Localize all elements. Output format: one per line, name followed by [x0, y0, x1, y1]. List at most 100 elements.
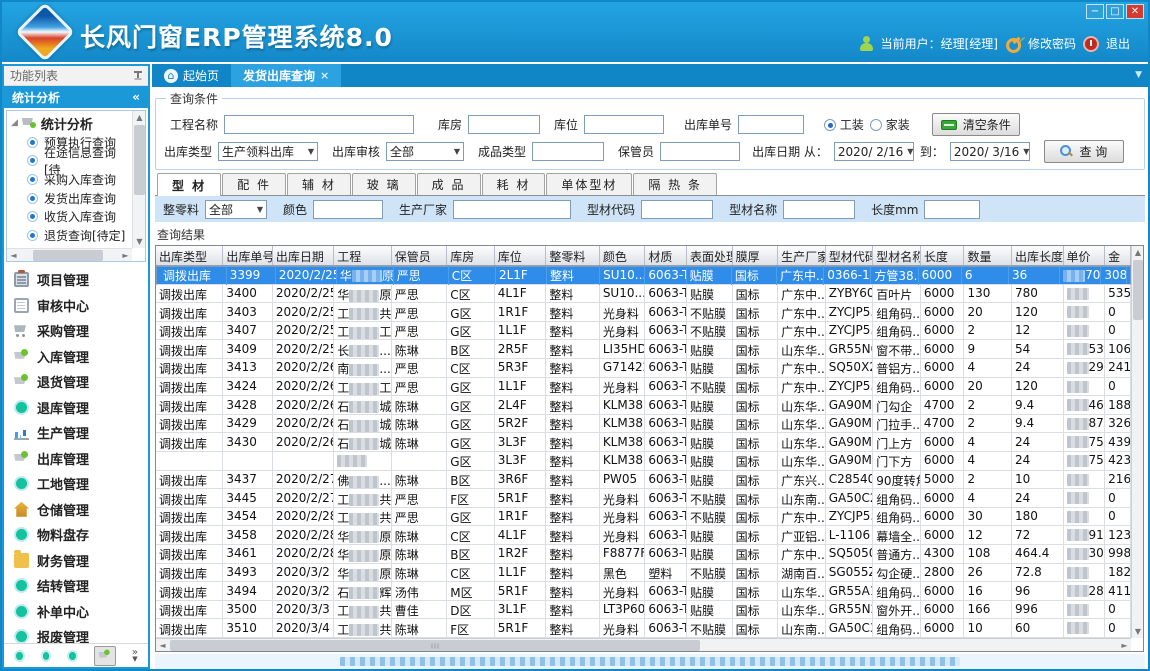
tab-list-dropdown-icon[interactable]: ▼ — [1135, 70, 1142, 80]
column-header-保管员[interactable]: 保管员 — [392, 246, 447, 265]
tree-item-退货查询[待定][interactable]: 退货查询[待定] — [11, 226, 131, 245]
column-header-出库长度[interactable]: 出库长度 — [1012, 246, 1064, 265]
filter-input-型材代码[interactable] — [641, 200, 713, 219]
tree-expand-icon[interactable]: ◢ — [11, 118, 18, 128]
sidebar-item-生产管理[interactable]: 生产管理 — [4, 420, 148, 446]
tree-item-收货入库查询[interactable]: 收货入库查询 — [11, 207, 131, 226]
sidebar-item-退库管理[interactable]: 退库管理 — [4, 395, 148, 421]
sidebar-item-结转管理[interactable]: 结转管理 — [4, 573, 148, 599]
sidebar-item-物料盘存[interactable]: 物料盘存 — [4, 522, 148, 548]
sidebar-item-仓储管理[interactable]: 仓储管理 — [4, 497, 148, 523]
tree-item-在途信息查询[待[interactable]: 在途信息查询[待 — [11, 152, 131, 171]
sidebar-item-入库管理[interactable]: 入库管理 — [4, 344, 148, 370]
column-header-单价[interactable]: 单价 — [1064, 246, 1106, 265]
material-tab-配件[interactable]: 配 件 — [222, 173, 286, 195]
scroll-left-icon[interactable]: ◄ — [7, 249, 20, 262]
scroll-up-icon[interactable]: ▲ — [1132, 246, 1144, 259]
date-to-select[interactable]: 2020/ 3/16▼ — [950, 142, 1030, 161]
table-row[interactable]: 调拨出库34282020/2/26石城陈琳G区2L4F整料KLM38176063… — [156, 396, 1131, 415]
search-button[interactable]: 查 询 — [1044, 140, 1124, 163]
date-from-select[interactable]: 2020/ 2/16▼ — [834, 142, 914, 161]
product-type-input[interactable] — [532, 142, 604, 161]
tab-shipment-outbound-query[interactable]: 发货出库查询 × — [231, 64, 341, 87]
sidebar-item-审核中心[interactable]: 审核中心 — [4, 293, 148, 319]
sidebar-item-项目管理[interactable]: 项目管理 — [4, 267, 148, 293]
sidebar-item-退货管理[interactable]: 退货管理 — [4, 369, 148, 395]
table-row[interactable]: 调拨出库33992020/2/25华原...严思C区2L1F整料SU10...6… — [156, 266, 1131, 285]
filter-input-型材名称[interactable] — [783, 200, 855, 219]
gongzhuang-radio[interactable]: 工装 — [824, 116, 864, 133]
column-header-库房[interactable]: 库房 — [447, 246, 495, 265]
material-tab-辅材[interactable]: 辅 材 — [287, 173, 351, 195]
column-header-颜色[interactable]: 颜色 — [600, 246, 646, 265]
column-header-库位[interactable]: 库位 — [495, 246, 547, 265]
table-row[interactable]: 调拨出库34002020/2/25华原...严思C区4L1F整料SU10...6… — [156, 285, 1131, 304]
location-input[interactable] — [584, 115, 664, 134]
filter-input-长度mm[interactable] — [924, 200, 980, 219]
column-header-工程[interactable]: 工程 — [334, 246, 391, 265]
sidebar-item-报废管理[interactable]: 报废管理 — [4, 624, 148, 643]
collapse-icon[interactable]: « — [132, 90, 140, 104]
table-row[interactable]: 调拨出库34092020/2/25长...陈琳B区2R5F整料LI35HD606… — [156, 340, 1131, 359]
order-no-input[interactable] — [738, 115, 804, 134]
tree-vertical-scrollbar[interactable]: ▲ ▼ — [132, 111, 145, 248]
sidebar-item-出库管理[interactable]: 出库管理 — [4, 446, 148, 472]
outbound-audit-select[interactable]: 全部▼ — [386, 142, 464, 161]
clear-conditions-button[interactable]: 清空条件 — [932, 113, 1020, 136]
table-row[interactable]: 调拨出库35002020/3/3工共工程曹佳D区3L1F整料LT3P606063… — [156, 601, 1131, 620]
more-modules-icon[interactable]: »▼ — [132, 649, 138, 663]
material-tab-隔热条[interactable]: 隔 热 条 — [633, 173, 717, 195]
close-button[interactable]: ✕ — [1126, 4, 1144, 19]
column-header-出库日期[interactable]: 出库日期 — [273, 246, 334, 265]
table-row[interactable]: 调拨出库34612020/2/28华原...陈琳B区1R2F整料F8877FT6… — [156, 545, 1131, 564]
module-cart-button[interactable] — [94, 646, 116, 666]
table-row[interactable]: 调拨出库34932020/3/2华原...陈琳C区1L1F整料黑色塑料不贴膜国标… — [156, 564, 1131, 583]
material-tab-型材[interactable]: 型 材 — [157, 173, 221, 196]
change-password-link[interactable]: 修改密码 — [1028, 35, 1076, 52]
table-row[interactable]: 调拨出库35102020/3/4工共工程陈琳F区5R1F整料光身料6063-T5… — [156, 619, 1131, 638]
table-row[interactable]: 调拨出库34292020/2/26石城陈琳G区5R2F整料KLM38176063… — [156, 415, 1131, 434]
table-row[interactable]: 调拨出库34072020/2/25工工程严思G区1L1F整料光身料6063-T5… — [156, 322, 1131, 341]
filter-input-颜色[interactable] — [313, 200, 383, 219]
table-row[interactable]: G区3L3F整料KLM38176063-T5贴膜国标山东华...GA90M09.… — [156, 452, 1131, 471]
tab-close-icon[interactable]: × — [320, 69, 329, 82]
column-header-金[interactable]: 金 — [1105, 246, 1131, 265]
filter-input-生产厂家[interactable] — [453, 200, 571, 219]
sidebar-item-财务管理[interactable]: 财务管理 — [4, 548, 148, 574]
tree-item-发货出库查询[interactable]: 发货出库查询 — [11, 189, 131, 208]
column-header-整零料[interactable]: 整零料 — [546, 246, 600, 265]
stats-section-header[interactable]: 统计分析 « — [4, 86, 148, 108]
material-tab-单体型材[interactable]: 单体型材 — [546, 173, 632, 195]
table-row[interactable]: 调拨出库34582020/2/28华原...陈琳C区4L1F整料光身料6063-… — [156, 526, 1131, 545]
column-header-数量[interactable]: 数量 — [964, 246, 1012, 265]
table-row[interactable]: 调拨出库34032020/2/25工共工程严思G区1R1F整料光身料6063-T… — [156, 303, 1131, 322]
pin-icon[interactable] — [134, 71, 142, 81]
column-header-出库单号[interactable]: 出库单号 — [223, 246, 273, 265]
tab-start-page[interactable]: ⌂ 起始页 — [152, 64, 231, 87]
table-row[interactable]: 调拨出库34542020/2/28工共工程严思G区1R1F整料光身料6063-T… — [156, 508, 1131, 527]
table-vertical-scrollbar[interactable]: ▲ ▼ — [1131, 246, 1143, 638]
table-horizontal-scrollbar[interactable]: ◄ ► — [156, 638, 1131, 651]
jiazhuang-radio[interactable]: 家装 — [870, 116, 910, 133]
column-header-生产厂家[interactable]: 生产厂家 — [778, 246, 826, 265]
tree-root[interactable]: ◢ 统计分析 — [11, 113, 131, 133]
sidebar-item-补单中心[interactable]: 补单中心 — [4, 599, 148, 625]
table-row[interactable]: 调拨出库34302020/2/26石城陈琳G区3L3F整料KLM38176063… — [156, 433, 1131, 452]
column-header-出库类型[interactable]: 出库类型 — [156, 246, 223, 265]
minimize-button[interactable]: − — [1086, 4, 1104, 19]
sidebar-item-采购管理[interactable]: 采购管理 — [4, 318, 148, 344]
module-dot-icon[interactable] — [41, 650, 52, 662]
column-header-型材名称[interactable]: 型材名称 — [873, 246, 921, 265]
filter-select-整零料[interactable]: 全部▼ — [205, 200, 267, 219]
scroll-up-icon[interactable]: ▲ — [133, 111, 146, 124]
scroll-right-icon[interactable]: ► — [119, 249, 132, 262]
project-name-input[interactable] — [224, 115, 414, 134]
outbound-type-select[interactable]: 生产领料出库▼ — [218, 142, 318, 161]
table-row[interactable]: 调拨出库34372020/2/27佛...陈琳B区3R6F整料PW056063-… — [156, 471, 1131, 490]
column-header-表面处理[interactable]: 表面处理 — [687, 246, 733, 265]
column-header-型材代码[interactable]: 型材代码 — [826, 246, 874, 265]
logout-link[interactable]: 退出 — [1106, 35, 1130, 52]
table-row[interactable]: 调拨出库34942020/3/2石辉城汤伟M区5R1F整料光身料6063-T5贴… — [156, 582, 1131, 601]
material-tab-玻璃[interactable]: 玻 璃 — [352, 173, 416, 195]
keeper-input[interactable] — [660, 142, 740, 161]
